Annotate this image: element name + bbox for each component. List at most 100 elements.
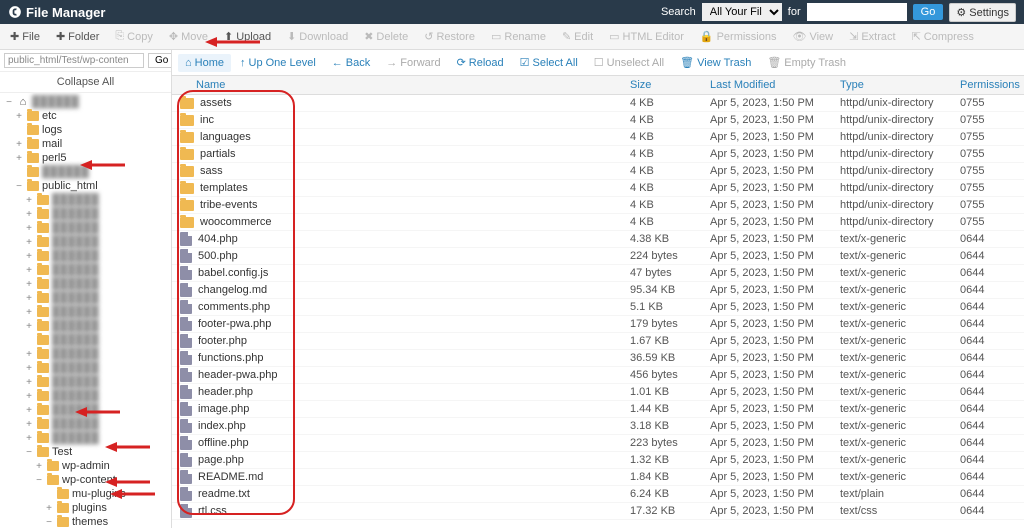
restore-button[interactable]: ↺ Restore — [418, 27, 481, 46]
tree-expander[interactable]: − — [34, 475, 44, 486]
col-date[interactable]: Last Modified — [704, 76, 834, 94]
tree-expander[interactable]: − — [4, 97, 14, 108]
tree-expander[interactable]: + — [14, 111, 24, 122]
unselectall-button[interactable]: ☐ Unselect All — [587, 53, 671, 72]
tree-expander[interactable]: + — [24, 433, 34, 444]
upload-button[interactable]: ⬆ Upload — [218, 27, 277, 46]
tree-item[interactable]: +██████ — [0, 347, 171, 361]
tree-item[interactable]: +mail — [0, 137, 171, 151]
tree-item[interactable]: +etc — [0, 109, 171, 123]
tree-item[interactable]: −⌂██████ — [0, 95, 171, 109]
tree-expander[interactable]: + — [24, 223, 34, 234]
htmleditor-button[interactable]: ▭ HTML Editor — [603, 27, 690, 46]
tree-item[interactable]: +██████ — [0, 305, 171, 319]
tree-expander[interactable]: + — [24, 251, 34, 262]
file-row[interactable]: inc4 KBApr 5, 2023, 1:50 PMhttpd/unix-di… — [172, 112, 1024, 129]
reload-button[interactable]: ⟳ Reload — [450, 53, 511, 72]
file-row[interactable]: assets4 KBApr 5, 2023, 1:50 PMhttpd/unix… — [172, 95, 1024, 112]
tree-expander[interactable]: + — [24, 307, 34, 318]
tree-expander[interactable]: + — [24, 265, 34, 276]
tree-item[interactable]: +██████ — [0, 221, 171, 235]
tree-item[interactable]: +██████ — [0, 235, 171, 249]
tree-expander[interactable]: + — [34, 461, 44, 472]
tree-item[interactable]: −Test — [0, 445, 171, 459]
tree-expander[interactable]: + — [24, 195, 34, 206]
tree-item[interactable]: −themes — [0, 515, 171, 528]
col-name[interactable]: Name — [172, 76, 624, 94]
tree-item[interactable]: mu-plugins — [0, 487, 171, 501]
tree-expander[interactable]: + — [24, 391, 34, 402]
tree-expander[interactable]: − — [44, 517, 54, 528]
go-button[interactable]: Go — [913, 4, 944, 20]
tree-item[interactable]: +██████ — [0, 389, 171, 403]
extract-button[interactable]: ⇲ Extract — [843, 27, 901, 46]
search-input[interactable] — [807, 3, 907, 21]
home-button[interactable]: ⌂ Home — [178, 54, 231, 72]
tree-item[interactable]: +██████ — [0, 361, 171, 375]
folder-button[interactable]: ✚ Folder — [50, 27, 105, 46]
move-button[interactable]: ✥ Move — [163, 27, 214, 46]
forward-button[interactable]: → Forward — [379, 54, 447, 72]
tree-item[interactable]: +██████ — [0, 417, 171, 431]
tree-expander[interactable]: + — [24, 293, 34, 304]
up-button[interactable]: ↑ Up One Level — [233, 54, 323, 72]
search-scope-select[interactable]: All Your Files — [702, 3, 782, 21]
permissions-button[interactable]: 🔒 Permissions — [694, 27, 783, 46]
tree-expander[interactable]: + — [14, 153, 24, 164]
compress-button[interactable]: ⇱ Compress — [906, 27, 980, 46]
settings-button[interactable]: ⚙ Settings — [949, 3, 1016, 22]
tree-expander[interactable]: + — [24, 209, 34, 220]
selectall-button[interactable]: ☑ Select All — [513, 53, 585, 72]
tree-expander[interactable]: + — [24, 237, 34, 248]
tree-item[interactable]: +██████ — [0, 277, 171, 291]
tree-expander[interactable]: + — [24, 363, 34, 374]
tree-item[interactable]: +██████ — [0, 291, 171, 305]
col-perm[interactable]: Permissions — [954, 76, 1024, 94]
path-input[interactable] — [4, 53, 144, 68]
tree-item[interactable]: ██████ — [0, 165, 171, 179]
tree-item[interactable]: +██████ — [0, 207, 171, 221]
file-row[interactable]: rtl.css17.32 KBApr 5, 2023, 1:50 PMtext/… — [172, 503, 1024, 520]
tree-item[interactable]: +perl5 — [0, 151, 171, 165]
emptytrash-button[interactable]: 🗑 Empty Trash — [760, 53, 853, 72]
file-button[interactable]: ✚ File — [4, 27, 46, 46]
back-button[interactable]: ← Back — [325, 54, 377, 72]
copy-button[interactable]: ⎘ Copy — [109, 27, 159, 46]
tree-expander[interactable]: + — [24, 349, 34, 360]
tree-expander[interactable]: + — [24, 279, 34, 290]
tree-item[interactable]: +██████ — [0, 263, 171, 277]
edit-button[interactable]: ✎ Edit — [556, 27, 599, 46]
tree-item[interactable]: +██████ — [0, 431, 171, 445]
view-button[interactable]: 👁 View — [786, 27, 839, 46]
tree-expander[interactable]: + — [24, 405, 34, 416]
collapse-all-button[interactable]: Collapse All — [0, 72, 171, 93]
tree-item[interactable]: +██████ — [0, 319, 171, 333]
viewtrash-button[interactable]: 🗑 View Trash — [673, 53, 758, 72]
file-row[interactable]: languages4 KBApr 5, 2023, 1:50 PMhttpd/u… — [172, 129, 1024, 146]
tree-item[interactable]: +██████ — [0, 403, 171, 417]
tree-item[interactable]: +plugins — [0, 501, 171, 515]
tree-item[interactable]: ██████ — [0, 333, 171, 347]
tree-expander[interactable]: + — [24, 419, 34, 430]
rename-button[interactable]: ▭ Rename — [485, 27, 552, 46]
tree-item[interactable]: logs — [0, 123, 171, 137]
tree-expander[interactable]: + — [24, 377, 34, 388]
file-row[interactable]: partials4 KBApr 5, 2023, 1:50 PMhttpd/un… — [172, 146, 1024, 163]
tree-expander[interactable]: − — [14, 181, 24, 192]
tree-item[interactable]: −public_html — [0, 179, 171, 193]
tree-item[interactable]: +██████ — [0, 375, 171, 389]
col-size[interactable]: Size — [624, 76, 704, 94]
path-go-button[interactable]: Go — [148, 53, 172, 68]
tree-expander[interactable]: + — [14, 139, 24, 150]
tree-expander[interactable]: − — [24, 447, 34, 458]
file-row[interactable]: templates4 KBApr 5, 2023, 1:50 PMhttpd/u… — [172, 180, 1024, 197]
col-type[interactable]: Type — [834, 76, 954, 94]
tree-expander[interactable]: + — [44, 503, 54, 514]
file-row[interactable]: sass4 KBApr 5, 2023, 1:50 PMhttpd/unix-d… — [172, 163, 1024, 180]
tree-item[interactable]: −wp-content — [0, 473, 171, 487]
tree-item[interactable]: +wp-admin — [0, 459, 171, 473]
tree-expander[interactable]: + — [24, 321, 34, 332]
download-button[interactable]: ⬇ Download — [281, 27, 354, 46]
tree-item[interactable]: +██████ — [0, 249, 171, 263]
delete-button[interactable]: ✖ Delete — [358, 27, 414, 46]
